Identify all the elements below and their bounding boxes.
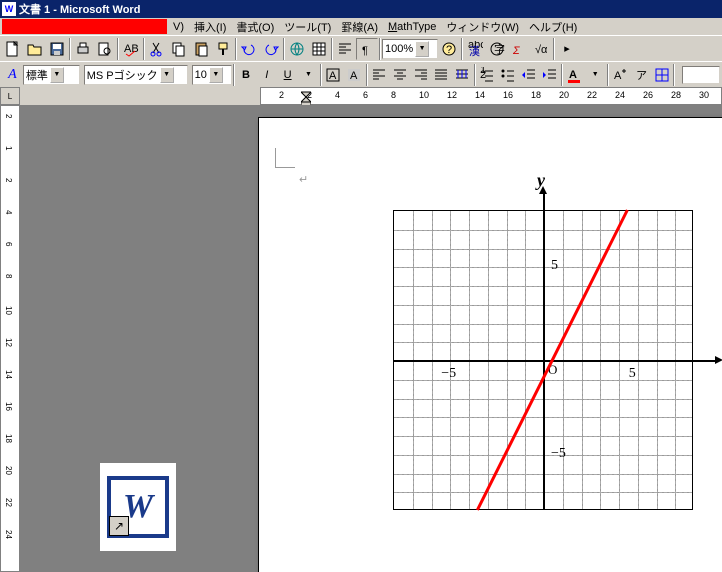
app-icon: W <box>2 2 16 16</box>
bold-button[interactable]: B <box>236 64 257 86</box>
new-doc-button[interactable] <box>2 38 24 60</box>
more-button[interactable]: ▸ <box>556 38 578 60</box>
document-area[interactable]: W ↗ ↵ xy−55−55O <box>20 105 722 572</box>
bullets-button[interactable] <box>497 64 518 86</box>
menu-lines[interactable]: 罫線(A) <box>336 19 383 35</box>
svg-text:A: A <box>329 70 337 82</box>
align-left-icon[interactable] <box>334 38 356 60</box>
enclose-button[interactable]: 字 <box>486 38 508 60</box>
tables-button[interactable] <box>308 38 330 60</box>
dropdown-icon[interactable]: ▼ <box>585 64 606 86</box>
open-button[interactable] <box>24 38 46 60</box>
svg-text:√α: √α <box>535 44 548 56</box>
indent-button[interactable] <box>539 64 560 86</box>
align-justify-button[interactable] <box>431 64 452 86</box>
hyperlink-button[interactable] <box>286 38 308 60</box>
extra-field[interactable] <box>682 66 720 84</box>
svg-text:?: ? <box>446 44 452 56</box>
char-border-button[interactable]: A <box>323 64 344 86</box>
svg-text:A: A <box>614 70 622 82</box>
svg-text:漢: 漢 <box>469 45 480 57</box>
align-center-button[interactable] <box>389 64 410 86</box>
undo-button[interactable] <box>238 38 260 60</box>
dropdown-icon[interactable]: ▼ <box>298 64 319 86</box>
menu-help[interactable]: ヘルプ(H) <box>524 19 582 35</box>
help-button[interactable]: ? <box>438 38 460 60</box>
vertical-ruler[interactable]: 2124681012141618202224 <box>0 105 20 572</box>
svg-text:ア: ア <box>636 70 647 82</box>
cut-button[interactable] <box>146 38 168 60</box>
zoom-combo[interactable]: 100%▼ <box>382 39 438 59</box>
grid-button[interactable] <box>651 64 672 86</box>
underline-button[interactable]: U <box>277 64 298 86</box>
svg-text:字: 字 <box>494 42 505 56</box>
distribute-button[interactable] <box>452 64 473 86</box>
font-combo[interactable]: MS Pゴシック▼ <box>84 65 188 85</box>
chevron-down-icon[interactable]: ▼ <box>415 41 429 57</box>
style-icon[interactable]: A <box>2 64 23 86</box>
italic-button[interactable]: I <box>256 64 277 86</box>
outdent-button[interactable] <box>518 64 539 86</box>
redo-button[interactable] <box>260 38 282 60</box>
document-page[interactable]: ↵ xy−55−55O <box>258 117 722 572</box>
menu-window[interactable]: ウィンドウ(W) <box>441 19 524 35</box>
ruby-button[interactable]: abc漢 <box>464 38 486 60</box>
shortcut-arrow-icon: ↗ <box>109 516 129 536</box>
word-shortcut-icon[interactable]: W ↗ <box>100 463 176 551</box>
svg-text:ABC: ABC <box>124 43 139 55</box>
text-direction-button[interactable]: ア <box>630 64 651 86</box>
menu-mathtype[interactable]: MathType <box>383 21 441 33</box>
spell-button[interactable]: ABC <box>120 38 142 60</box>
menu-format[interactable]: 書式(O) <box>231 19 279 35</box>
menu-view[interactable]: V) <box>168 21 189 33</box>
window-title: 文書 1 - Microsoft Word <box>19 1 140 17</box>
font-color-button[interactable]: A <box>564 64 585 86</box>
char-shading-button[interactable]: A <box>344 64 365 86</box>
svg-text:Σ: Σ <box>512 45 520 57</box>
ruler-area: L 22468101214161820222426283032 <box>0 87 722 105</box>
size-combo[interactable]: 10▼ <box>192 65 232 85</box>
paste-button[interactable] <box>190 38 212 60</box>
show-marks-button[interactable]: ¶ <box>356 38 378 60</box>
svg-text:A: A <box>350 70 358 82</box>
char-scale-button[interactable]: A <box>610 64 631 86</box>
style-combo[interactable]: 標準▼ <box>23 65 80 85</box>
equation-button[interactable]: √α <box>530 38 552 60</box>
redacted-area <box>2 19 167 34</box>
margin-mark-icon <box>275 148 295 168</box>
workspace: 2124681012141618202224 W ↗ ↵ xy−55−55O <box>0 105 722 572</box>
format-painter-button[interactable] <box>212 38 234 60</box>
align-left-button[interactable] <box>369 64 390 86</box>
svg-text:¶: ¶ <box>362 45 368 57</box>
title-bar: W 文書 1 - Microsoft Word <box>0 0 722 18</box>
ruler-corner: L <box>0 87 20 105</box>
save-button[interactable] <box>46 38 68 60</box>
svg-text:A: A <box>569 69 577 81</box>
standard-toolbar: ABC ¶ 100%▼ ? abc漢 字 Σ √α ▸ <box>0 35 722 61</box>
mathtype-button[interactable]: Σ <box>508 38 530 60</box>
copy-button[interactable] <box>168 38 190 60</box>
print-button[interactable] <box>72 38 94 60</box>
menu-insert[interactable]: 挿入(I) <box>189 19 231 35</box>
embedded-chart[interactable]: xy−55−55O <box>371 188 722 568</box>
numbering-button[interactable]: 12 <box>477 64 498 86</box>
preview-button[interactable] <box>94 38 116 60</box>
menu-tools[interactable]: ツール(T) <box>279 19 336 35</box>
horizontal-ruler[interactable]: 22468101214161820222426283032 <box>260 87 722 105</box>
paragraph-mark-icon: ↵ <box>299 173 308 186</box>
format-toolbar: A 標準▼ MS Pゴシック▼ 10▼ B I U ▼ A A 12 A ▼ A… <box>0 61 722 87</box>
align-right-button[interactable] <box>410 64 431 86</box>
